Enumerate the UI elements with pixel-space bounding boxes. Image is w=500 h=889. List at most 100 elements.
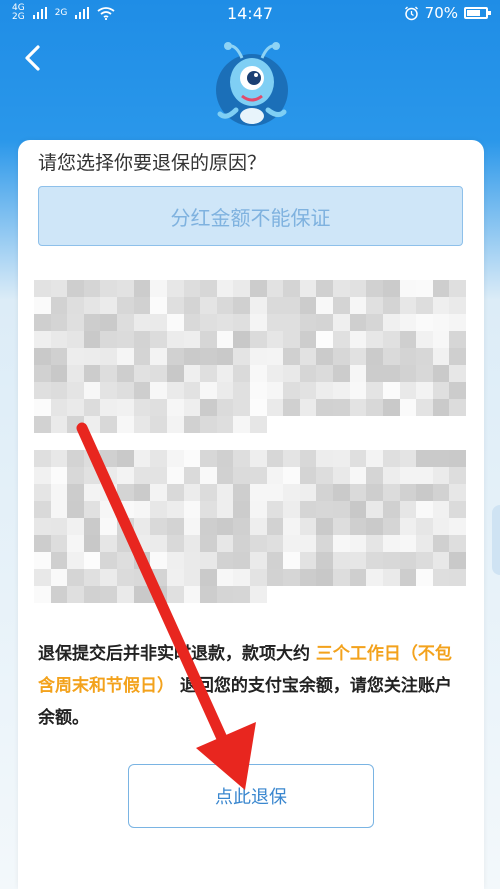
mosaic-cell bbox=[266, 382, 284, 399]
mosaic-cell bbox=[150, 331, 167, 348]
mosaic-cell bbox=[50, 484, 68, 501]
mosaic-cell bbox=[432, 365, 450, 382]
mosaic-cell bbox=[67, 314, 84, 331]
mosaic-cell bbox=[100, 297, 118, 314]
mosaic-cell bbox=[333, 280, 350, 297]
mosaic-cell bbox=[100, 314, 118, 331]
mosaic-cell bbox=[349, 382, 367, 399]
mosaic-cell bbox=[216, 467, 234, 484]
mosaic-cell bbox=[366, 569, 383, 586]
mosaic-cell bbox=[283, 501, 300, 518]
mosaic-cell bbox=[266, 450, 284, 467]
mosaic-cell bbox=[67, 518, 84, 535]
mosaic-cell bbox=[416, 535, 433, 552]
mosaic-cell bbox=[83, 331, 101, 348]
mosaic-cell bbox=[416, 450, 433, 467]
mosaic-cell bbox=[100, 331, 118, 348]
mosaic-cell bbox=[233, 280, 250, 297]
mosaic-cell bbox=[67, 331, 84, 348]
mosaic-cell bbox=[200, 586, 217, 603]
mosaic-cell bbox=[349, 518, 367, 535]
mosaic-cell bbox=[50, 569, 68, 586]
mosaic-cell bbox=[449, 297, 466, 314]
back-button[interactable] bbox=[14, 40, 50, 76]
mosaic-cell bbox=[366, 348, 383, 365]
mosaic-cell bbox=[432, 535, 450, 552]
mosaic-cell bbox=[233, 450, 250, 467]
mosaic-cell bbox=[266, 399, 284, 416]
mosaic-cell bbox=[432, 518, 450, 535]
mosaic-cell bbox=[333, 569, 350, 586]
mosaic-cell bbox=[150, 399, 167, 416]
mosaic-cell bbox=[67, 450, 84, 467]
mosaic-cell bbox=[100, 348, 118, 365]
mosaic-cell bbox=[366, 331, 383, 348]
mosaic-cell bbox=[382, 535, 400, 552]
mosaic-cell bbox=[233, 314, 250, 331]
mosaic-cell bbox=[50, 467, 68, 484]
mosaic-cell bbox=[83, 535, 101, 552]
mosaic-cell bbox=[83, 365, 101, 382]
mosaic-cell bbox=[233, 484, 250, 501]
mosaic-cell bbox=[83, 348, 101, 365]
mosaic-cell bbox=[299, 501, 317, 518]
wifi-icon bbox=[97, 6, 115, 20]
mosaic-cell bbox=[449, 501, 466, 518]
mosaic-cell bbox=[250, 501, 267, 518]
mosaic-cell bbox=[50, 552, 68, 569]
mosaic-cell bbox=[200, 484, 217, 501]
mosaic-cell bbox=[200, 450, 217, 467]
notice-text-1: 退保提交后并非实时退款，款项大约 bbox=[38, 644, 316, 664]
mosaic-cell bbox=[183, 450, 201, 467]
mosaic-cell bbox=[150, 382, 167, 399]
mosaic-cell bbox=[100, 399, 118, 416]
mosaic-cell bbox=[150, 518, 167, 535]
mosaic-cell bbox=[67, 501, 84, 518]
mosaic-cell bbox=[150, 348, 167, 365]
mosaic-cell bbox=[283, 569, 300, 586]
mosaic-cell bbox=[117, 518, 134, 535]
mosaic-cell bbox=[50, 586, 68, 603]
mosaic-cell bbox=[216, 450, 234, 467]
mosaic-cell bbox=[416, 365, 433, 382]
mosaic-cell bbox=[283, 467, 300, 484]
mosaic-cell bbox=[316, 382, 334, 399]
mosaic-cell bbox=[166, 569, 184, 586]
mosaic-cell bbox=[250, 569, 267, 586]
mosaic-cell bbox=[133, 535, 151, 552]
mosaic-cell bbox=[416, 314, 433, 331]
mosaic-cell bbox=[233, 416, 250, 433]
mosaic-cell bbox=[399, 331, 417, 348]
mosaic-cell bbox=[67, 416, 84, 433]
mosaic-cell bbox=[349, 467, 367, 484]
signal-1-label-bottom: 2G bbox=[12, 12, 25, 22]
mosaic-cell bbox=[250, 586, 267, 603]
mosaic-cell bbox=[283, 399, 300, 416]
mosaic-cell bbox=[366, 450, 383, 467]
mosaic-cell bbox=[449, 450, 466, 467]
refund-button[interactable]: 点此退保 bbox=[128, 764, 374, 828]
mosaic-cell bbox=[333, 297, 350, 314]
question-title: 请您选择你要退保的原因？ bbox=[38, 152, 267, 174]
side-handle bbox=[492, 505, 500, 575]
mosaic-cell bbox=[366, 484, 383, 501]
mosaic-cell bbox=[183, 552, 201, 569]
mosaic-cell bbox=[200, 399, 217, 416]
mosaic-cell bbox=[283, 314, 300, 331]
mosaic-cell bbox=[333, 348, 350, 365]
mosaic-cell bbox=[166, 382, 184, 399]
mosaic-cell bbox=[150, 280, 167, 297]
mosaic-cell bbox=[283, 297, 300, 314]
mosaic-cell bbox=[283, 535, 300, 552]
mosaic-cell bbox=[432, 552, 450, 569]
mosaic-cell bbox=[183, 365, 201, 382]
mosaic-cell bbox=[67, 569, 84, 586]
mosaic-cell bbox=[250, 450, 267, 467]
mosaic-cell bbox=[100, 586, 118, 603]
mosaic-cell bbox=[366, 535, 383, 552]
mosaic-cell bbox=[266, 535, 284, 552]
selected-reason-option[interactable]: 分红金额不能保证 bbox=[38, 186, 463, 246]
mosaic-cell bbox=[200, 348, 217, 365]
mosaic-cell bbox=[382, 280, 400, 297]
mosaic-cell bbox=[67, 348, 84, 365]
